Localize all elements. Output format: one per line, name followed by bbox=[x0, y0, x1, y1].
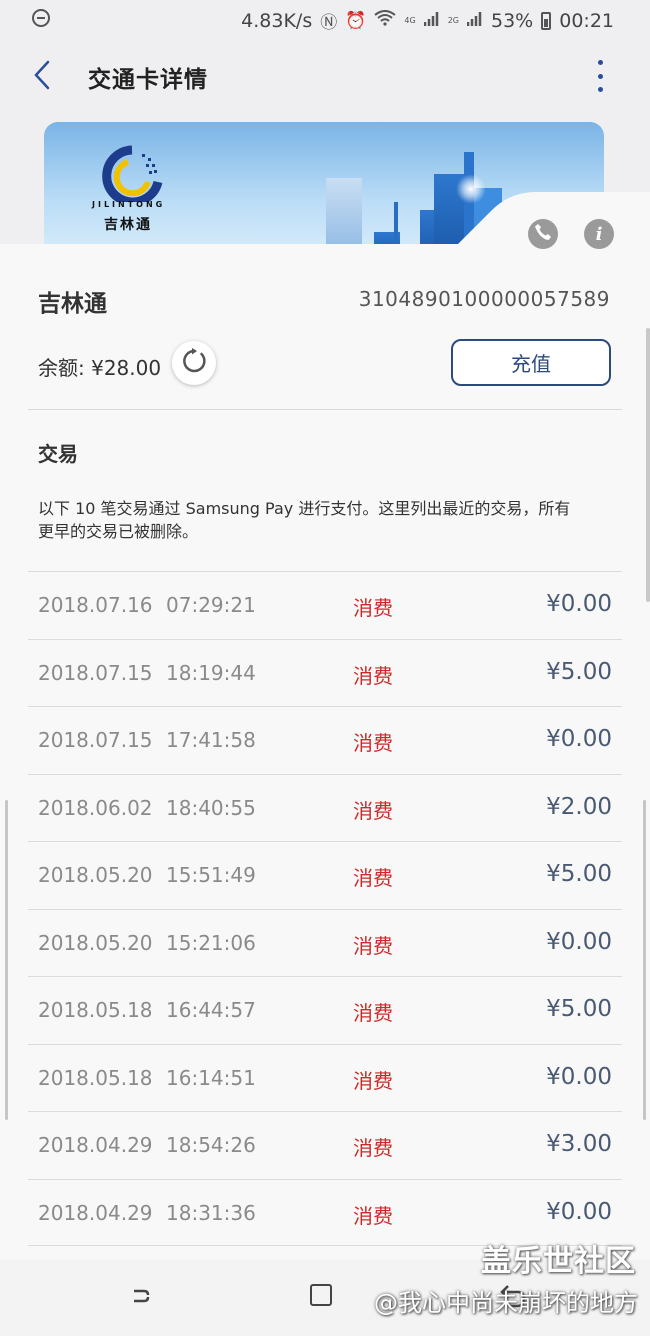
jilintong-logo-icon bbox=[92, 142, 172, 207]
transaction-time: 17:41:58 bbox=[166, 728, 256, 752]
transaction-date: 2018.05.20 bbox=[38, 863, 153, 887]
home-button[interactable] bbox=[310, 1284, 332, 1306]
more-vertical-icon-dot bbox=[597, 60, 603, 65]
transaction-type: 消费 bbox=[353, 731, 393, 755]
edge-panel-handle[interactable] bbox=[646, 328, 650, 602]
transaction-amount: ¥5.00 bbox=[546, 996, 612, 1022]
more-vertical-icon-dot bbox=[597, 87, 603, 92]
transaction-time: 18:40:55 bbox=[166, 795, 256, 820]
clock: 00:21 bbox=[559, 9, 614, 32]
transaction-date: 2018.07.15 bbox=[38, 728, 153, 752]
transaction-row: 2018.07.16 07:29:21 消费 ¥0.00 bbox=[28, 571, 622, 639]
nfc-icon: Ⓝ bbox=[320, 13, 338, 33]
network-speed: 4.83K/s bbox=[241, 9, 313, 32]
info-button[interactable]: i bbox=[584, 219, 614, 249]
chevron-left-icon bbox=[30, 58, 60, 92]
transaction-date: 2018.04.29 bbox=[38, 1133, 153, 1157]
signal-4g-icon bbox=[423, 10, 440, 31]
transaction-type: 消费 bbox=[353, 663, 393, 688]
transaction-amount: ¥2.00 bbox=[546, 793, 612, 820]
status-indicators: 4.83K/s Ⓝ ⏰ 4G 2G 53% 00:21 bbox=[241, 8, 614, 34]
app-header: 交通卡详情 bbox=[0, 40, 650, 110]
back-button[interactable] bbox=[30, 58, 60, 92]
more-vertical-icon-dot bbox=[597, 73, 603, 79]
transaction-row: 2018.05.20 15:21:06 消费 ¥0.00 bbox=[28, 908, 622, 977]
sheet-slope bbox=[456, 192, 536, 246]
transaction-date: 2018.05.20 bbox=[38, 930, 153, 955]
info-icon: i bbox=[595, 223, 603, 245]
transaction-row: 2018.05.20 15:51:49 消费 ¥5.00 bbox=[28, 841, 622, 909]
transaction-type: 消费 bbox=[353, 1068, 393, 1093]
transaction-amount: ¥0.00 bbox=[546, 591, 612, 617]
transaction-date: 2018.07.15 bbox=[38, 660, 153, 685]
transaction-type: 消费 bbox=[353, 933, 393, 958]
status-bar: 4.83K/s Ⓝ ⏰ 4G 2G 53% 00:21 bbox=[0, 0, 650, 40]
transaction-time: 16:14:51 bbox=[166, 1065, 256, 1090]
transaction-time: 15:51:49 bbox=[166, 863, 256, 887]
transaction-row: 2018.06.02 18:40:55 消费 ¥2.00 bbox=[28, 773, 622, 842]
network-2g-label: 2G bbox=[447, 15, 459, 25]
battery-percent: 53% bbox=[491, 9, 534, 32]
page-title: 交通卡详情 bbox=[88, 67, 208, 93]
transaction-type: 消费 bbox=[353, 1001, 393, 1025]
card-brand-en: JILINTONG bbox=[92, 200, 166, 209]
transaction-amount: ¥0.00 bbox=[546, 1063, 612, 1090]
refresh-balance-button[interactable] bbox=[172, 341, 216, 385]
transaction-type: 消费 bbox=[353, 798, 393, 823]
transaction-row: 2018.05.18 16:44:57 消费 ¥5.00 bbox=[28, 976, 622, 1044]
balance-label: 余额: ¥28.00 bbox=[38, 356, 162, 380]
watermark-title: 盖乐世社区 bbox=[481, 1244, 636, 1279]
transaction-time: 18:31:36 bbox=[166, 1200, 256, 1225]
network-4g-label: 4G bbox=[404, 15, 416, 25]
card-brand-cn: 吉林通 bbox=[104, 217, 152, 233]
transaction-time: 16:44:57 bbox=[166, 998, 256, 1022]
battery-icon bbox=[541, 11, 552, 30]
transaction-time: 18:19:44 bbox=[166, 660, 256, 685]
transaction-date: 2018.04.29 bbox=[38, 1200, 153, 1225]
transaction-time: 07:29:21 bbox=[166, 593, 256, 617]
transaction-amount: ¥0.00 bbox=[546, 726, 612, 752]
transaction-amount: ¥5.00 bbox=[546, 861, 612, 887]
wifi-icon bbox=[374, 10, 397, 31]
transaction-time: 18:54:26 bbox=[166, 1133, 256, 1157]
transaction-amount: ¥3.00 bbox=[546, 1131, 612, 1157]
transaction-amount: ¥0.00 bbox=[546, 1198, 612, 1225]
phone-icon bbox=[534, 223, 552, 245]
transaction-amount: ¥0.00 bbox=[546, 928, 612, 955]
transaction-type: 消费 bbox=[353, 596, 393, 620]
watermark-author: @我心中尚未崩坏的地方 bbox=[374, 1289, 638, 1317]
transaction-row: 2018.04.29 18:54:26 消费 ¥3.00 bbox=[28, 1111, 622, 1179]
transactions-notice: 以下 10 笔交易通过 Samsung Pay 进行支付。这里列出最近的交易，所… bbox=[38, 499, 571, 541]
more-options-button[interactable] bbox=[590, 60, 610, 92]
transaction-type: 消费 bbox=[353, 1136, 393, 1160]
left-edge-scroll-indicator[interactable] bbox=[5, 800, 8, 1120]
recent-apps-button[interactable] bbox=[128, 1282, 156, 1314]
transaction-row: 2018.07.15 18:19:44 消费 ¥5.00 bbox=[28, 638, 622, 707]
transaction-row: 2018.05.18 16:14:51 消费 ¥0.00 bbox=[28, 1043, 622, 1112]
refresh-icon bbox=[181, 348, 207, 378]
recharge-button[interactable]: 充值 bbox=[451, 339, 611, 386]
call-button[interactable] bbox=[528, 219, 558, 249]
transaction-type: 消费 bbox=[353, 1203, 393, 1228]
transaction-list: 2018.07.16 07:29:21 消费 ¥0.00 2018.07.15 … bbox=[28, 571, 622, 1246]
do-not-disturb-icon bbox=[32, 9, 50, 27]
card-number: 3104890100000057589 bbox=[358, 287, 610, 311]
signal-2g-icon bbox=[466, 10, 483, 31]
transaction-row: 2018.07.15 17:41:58 消费 ¥0.00 bbox=[28, 706, 622, 774]
transaction-type: 消费 bbox=[353, 866, 393, 890]
card-name: 吉林通 bbox=[38, 291, 107, 317]
transaction-date: 2018.05.18 bbox=[38, 998, 153, 1022]
transactions-title: 交易 bbox=[38, 442, 78, 466]
transaction-amount: ¥5.00 bbox=[546, 658, 612, 685]
transaction-date: 2018.07.16 bbox=[38, 593, 153, 617]
recent-apps-icon bbox=[128, 1289, 156, 1314]
transaction-time: 15:21:06 bbox=[166, 930, 256, 955]
transaction-date: 2018.05.18 bbox=[38, 1065, 153, 1090]
alarm-icon: ⏰ bbox=[345, 10, 367, 31]
transaction-date: 2018.06.02 bbox=[38, 795, 153, 820]
scrollbar[interactable] bbox=[643, 800, 646, 1120]
divider bbox=[28, 409, 622, 410]
